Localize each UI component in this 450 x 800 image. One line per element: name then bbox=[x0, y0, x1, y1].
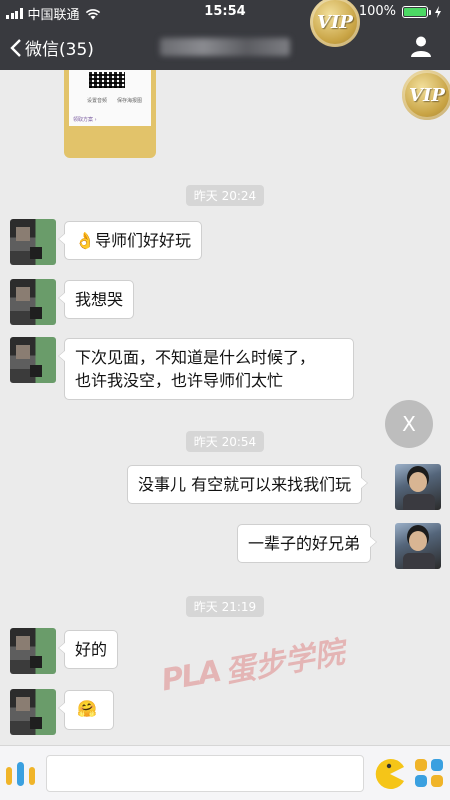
status-bar: 中国联通 15:54 100% bbox=[0, 0, 450, 24]
message-text-line: 也许我没空，也许导师们太忙 bbox=[75, 371, 284, 390]
person-icon bbox=[411, 36, 431, 57]
emoji-button-icon[interactable] bbox=[374, 758, 406, 790]
message-input[interactable] bbox=[46, 755, 364, 792]
my-avatar[interactable] bbox=[395, 523, 441, 569]
avatar[interactable] bbox=[10, 219, 56, 265]
poster-option-right: 保存海报图 bbox=[117, 98, 143, 104]
more-apps-icon[interactable] bbox=[414, 758, 444, 788]
message-text: 一辈子的好兄弟 bbox=[248, 534, 361, 553]
message-bubble[interactable]: 👌导师们好好玩 bbox=[57, 221, 203, 260]
battery-icon bbox=[402, 5, 431, 18]
shared-poster-card[interactable]: 设置音频 保存海报图 领取方案 › bbox=[64, 70, 156, 158]
message-text: 好的 bbox=[75, 640, 108, 659]
input-bar bbox=[0, 745, 450, 800]
message-text: 没事儿 有空就可以来找我们玩 bbox=[138, 475, 352, 494]
charging-icon bbox=[435, 5, 441, 18]
poster-footer: 领取方案 › bbox=[73, 117, 97, 123]
battery-percent: 100% bbox=[358, 4, 396, 19]
hug-emoji: 🤗 bbox=[77, 699, 97, 718]
message-bubble[interactable]: 一辈子的好兄弟 bbox=[237, 524, 378, 563]
message-bubble[interactable]: 我想哭 bbox=[57, 280, 135, 319]
my-avatar[interactable] bbox=[395, 464, 441, 510]
message-text: 导师们好好玩 bbox=[95, 231, 192, 250]
poster-body: 设置音频 保存海报图 领取方案 › bbox=[69, 70, 151, 126]
watermark-logo: PLA bbox=[158, 653, 223, 699]
message-bubble[interactable]: 好的 bbox=[57, 630, 119, 669]
avatar[interactable] bbox=[10, 689, 56, 735]
nav-bar: 微信(35) bbox=[0, 24, 450, 70]
avatar[interactable] bbox=[10, 279, 56, 325]
timestamp: 昨天 20:24 bbox=[0, 185, 450, 206]
back-button[interactable]: 微信(35) bbox=[10, 35, 94, 60]
timestamp: 昨天 20:54 bbox=[0, 431, 450, 452]
message-bubble[interactable]: 🤗 bbox=[58, 690, 114, 730]
back-label: 微信(35) bbox=[25, 40, 94, 60]
voice-toggle-icon[interactable] bbox=[5, 761, 37, 787]
message-text: 我想哭 bbox=[75, 290, 124, 309]
chat-title-blurred bbox=[160, 38, 290, 56]
chat-info-button[interactable] bbox=[410, 35, 432, 61]
vip-badge: VIP bbox=[402, 70, 450, 120]
ok-hand-emoji: 👌 bbox=[75, 231, 95, 250]
avatar[interactable] bbox=[10, 337, 56, 383]
qr-code bbox=[89, 72, 125, 88]
chevron-left-icon bbox=[10, 38, 21, 57]
message-text-line: 下次见面，不知道是什么时候了， bbox=[75, 348, 316, 367]
watermark-text: 蛋步学院 bbox=[222, 635, 347, 691]
message-bubble[interactable]: 下次见面，不知道是什么时候了， 也许我没空，也许导师们太忙 bbox=[58, 338, 354, 400]
poster-option-left: 设置音频 bbox=[87, 98, 108, 104]
watermark: PLA 蛋步学院 bbox=[157, 610, 404, 711]
message-bubble[interactable]: 没事儿 有空就可以来找我们玩 bbox=[127, 465, 369, 504]
avatar[interactable] bbox=[10, 628, 56, 674]
